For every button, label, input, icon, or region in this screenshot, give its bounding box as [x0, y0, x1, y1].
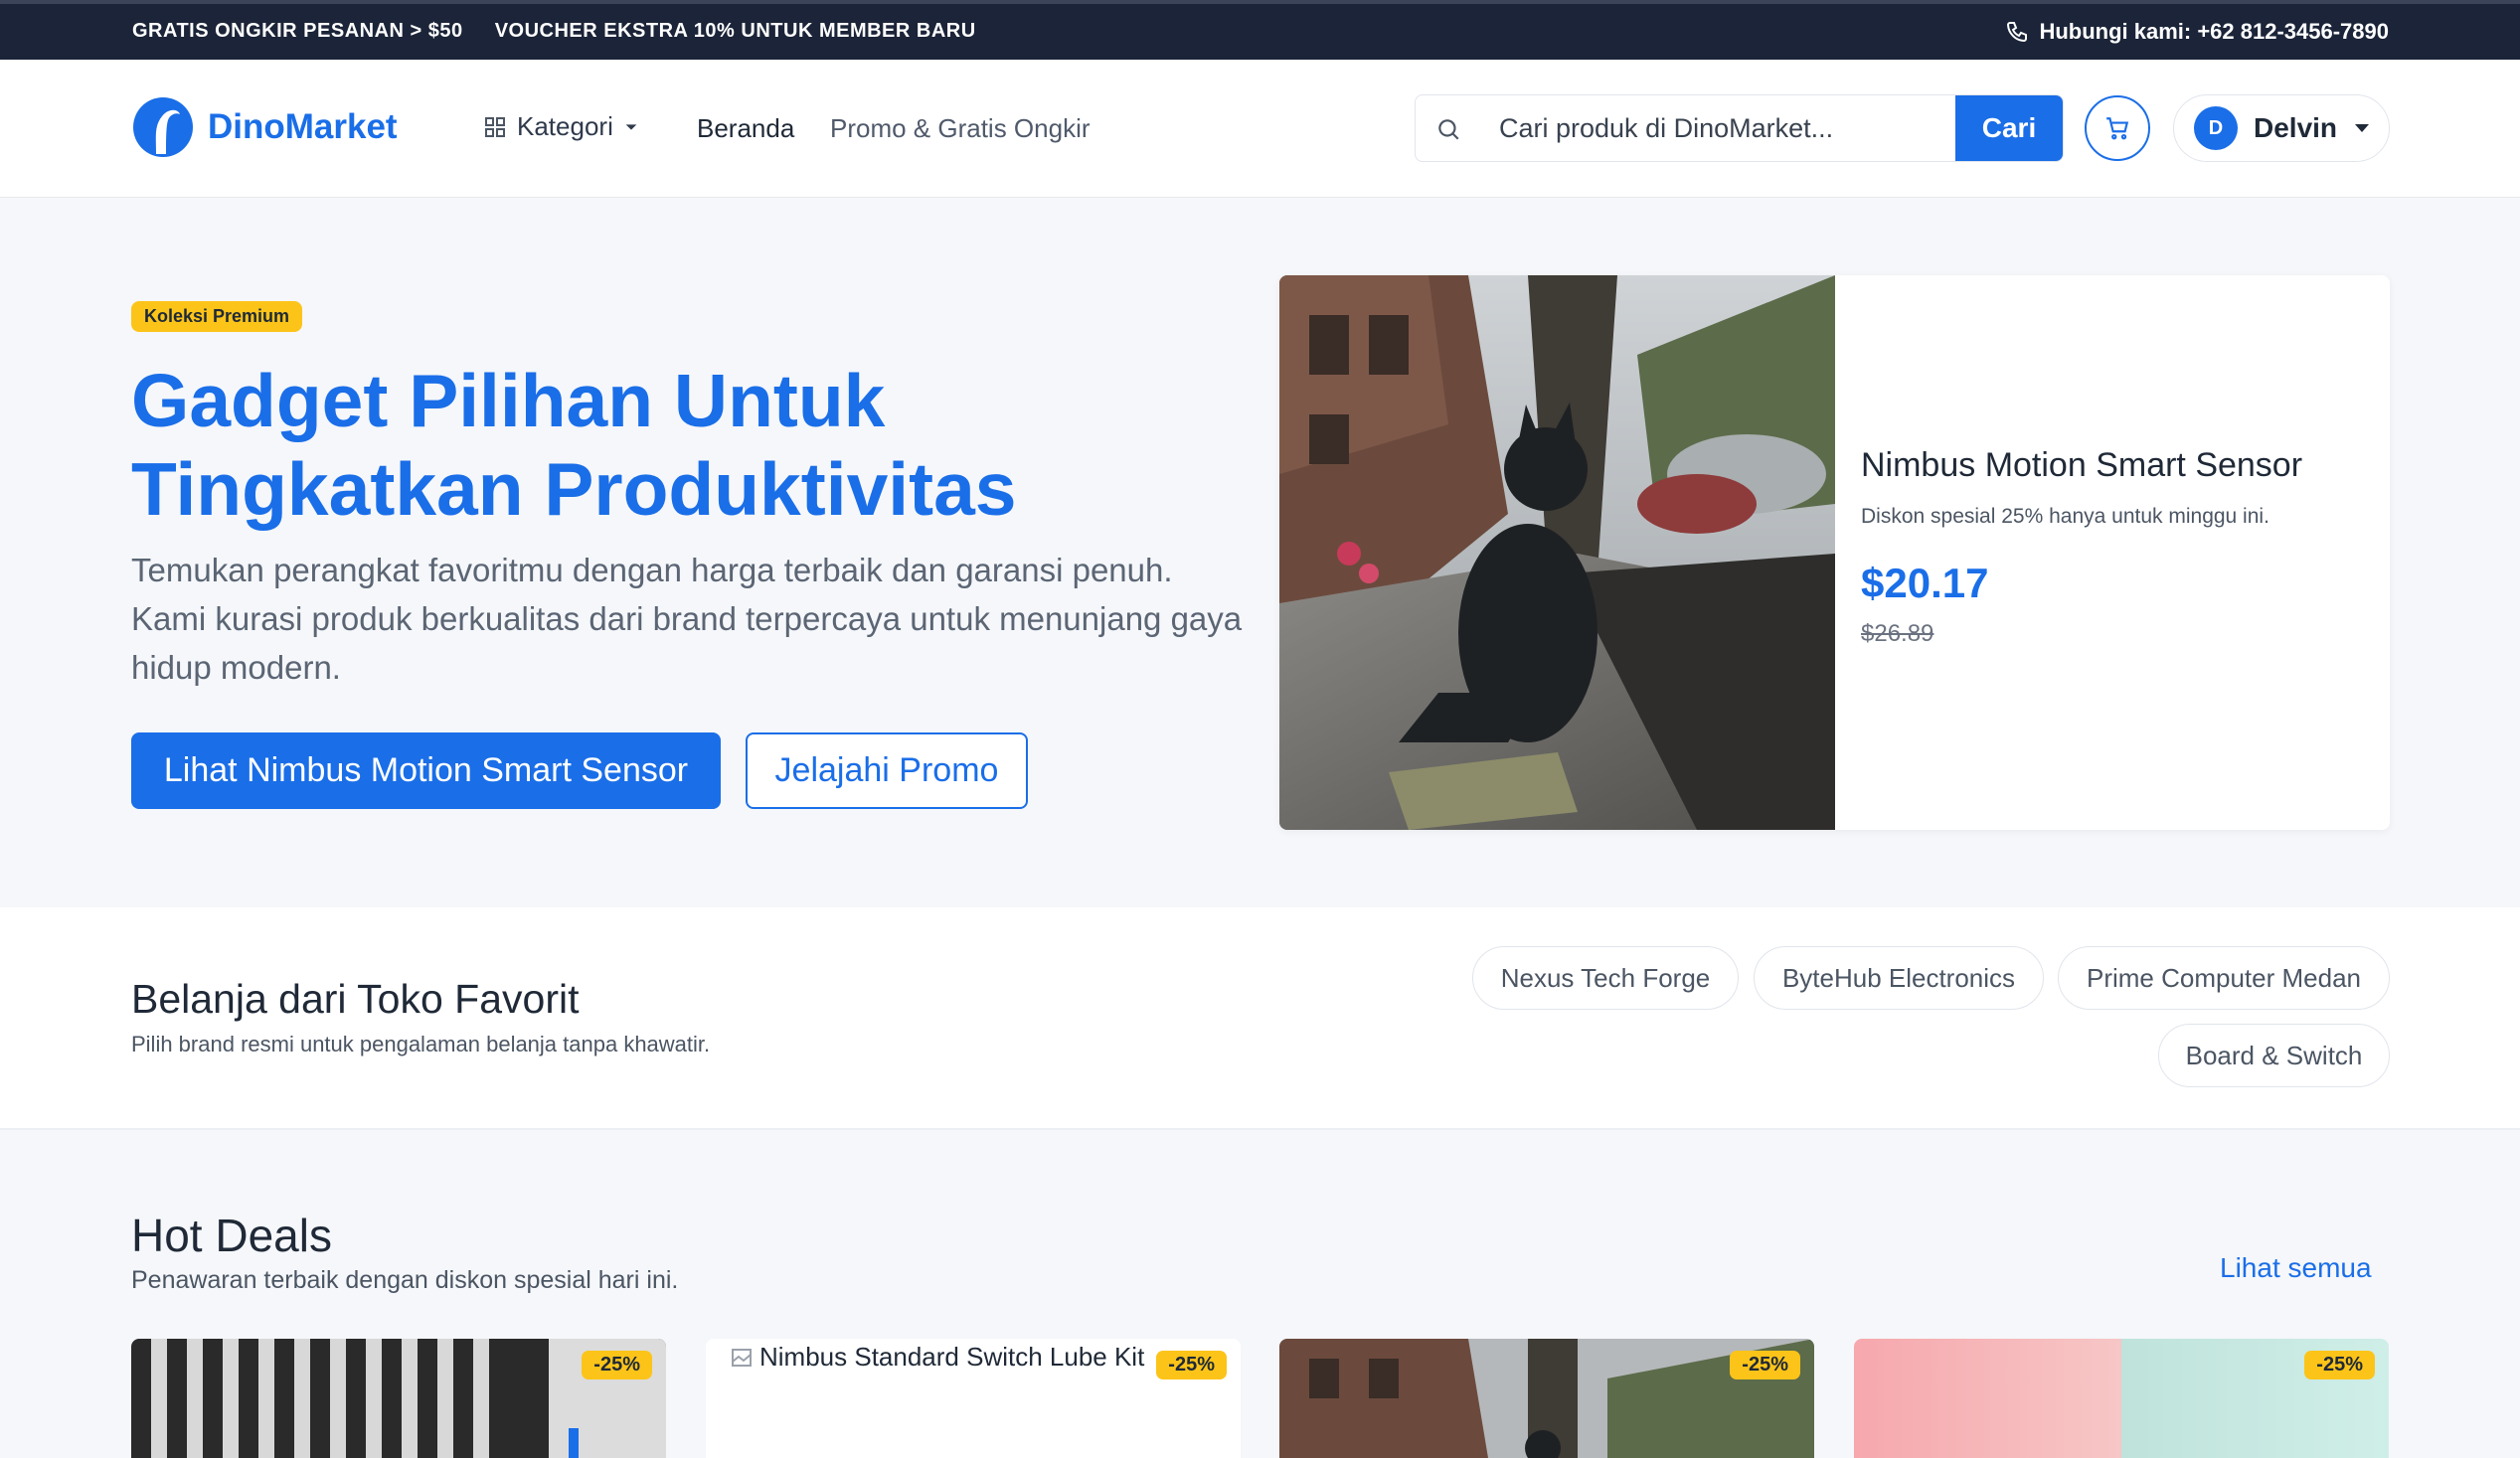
image-alt-text: Nimbus Standard Switch Lube Kit [759, 1342, 1145, 1372]
deal-card[interactable]: -25% [131, 1339, 666, 1458]
deal-card[interactable]: Nimbus Standard Switch Lube Kit -25% [706, 1339, 1241, 1458]
broken-image-icon [732, 1348, 752, 1367]
stores-subtitle: Pilih brand resmi untuk pengalaman belan… [131, 1032, 711, 1056]
store-pill-nexus[interactable]: Nexus Tech Forge [1472, 946, 1739, 1010]
hero-description: Temukan perangkat favoritmu dengan harga… [131, 552, 1243, 686]
store-pill-prime[interactable]: Prime Computer Medan [2058, 946, 2390, 1010]
contact-text: Hubungi kami: +62 812-3456-7890 [2039, 19, 2389, 44]
user-name: Delvin [2254, 112, 2338, 143]
chevron-down-icon [625, 123, 637, 130]
premium-badge: Koleksi Premium [131, 301, 303, 332]
featured-old-price: $26.89 [1861, 620, 1934, 647]
avatar: D [2194, 106, 2238, 150]
see-all-link[interactable]: Lihat semua [2220, 1252, 2372, 1284]
store-pill-board-switch[interactable]: Board & Switch [2158, 1024, 2390, 1087]
category-menu[interactable]: Kategori [483, 111, 639, 142]
stores-title: Belanja dari Toko Favorit [131, 976, 580, 1022]
contact-info[interactable]: Hubungi kami: +62 812-3456-7890 [2005, 19, 2389, 45]
explore-promo-button[interactable]: Jelajahi Promo [746, 732, 1028, 809]
deal-card[interactable]: -25% [1854, 1339, 2389, 1458]
deals-subtitle: Penawaran terbaik dengan diskon spesial … [131, 1266, 679, 1294]
search-icon [1438, 119, 1459, 140]
search-button[interactable]: Cari [1955, 95, 2063, 161]
grid-icon [485, 116, 505, 137]
promo-messages: GRATIS ONGKIR PESANAN > $50 VOUCHER EKST… [132, 20, 1002, 43]
hero-section: Koleksi Premium Gadget Pilihan Untuk Tin… [0, 198, 2520, 907]
hero-title: Gadget Pilihan Untuk Tingkatkan Produkti… [131, 359, 1017, 531]
nav-home[interactable]: Beranda [697, 113, 794, 144]
promo-voucher: VOUCHER EKSTRA 10% UNTUK MEMBER BARU [494, 20, 976, 42]
user-menu[interactable]: D Delvin [2173, 94, 2390, 162]
brand-name: DinoMarket [208, 107, 398, 146]
view-product-button[interactable]: Lihat Nimbus Motion Smart Sensor [131, 732, 721, 809]
featured-product-name: Nimbus Motion Smart Sensor [1861, 446, 2303, 484]
brand-logo[interactable]: DinoMarket [132, 96, 398, 158]
site-header: DinoMarket Kategori Beranda Promo & Grat… [0, 60, 2520, 198]
featured-price: $20.17 [1861, 560, 1989, 606]
nav-promo[interactable]: Promo & Gratis Ongkir [830, 113, 1091, 144]
discount-badge: -25% [582, 1351, 652, 1379]
dino-logo-icon [133, 97, 193, 157]
featured-product-card[interactable]: Nimbus Motion Smart Sensor Diskon spesia… [1279, 275, 2390, 830]
search-input[interactable] [1499, 95, 1917, 161]
deals-title: Hot Deals [131, 1210, 332, 1261]
cart-button[interactable] [2085, 95, 2150, 161]
featured-product-subtitle: Diskon spesial 25% hanya untuk minggu in… [1861, 505, 2269, 528]
category-label: Kategori [517, 111, 613, 141]
cart-icon [2106, 117, 2129, 140]
caret-down-icon [2355, 124, 2369, 132]
search-bar: Cari [1415, 94, 2064, 162]
discount-badge: -25% [1156, 1351, 1227, 1379]
product-image-placeholder: Nimbus Standard Switch Lube Kit [730, 1342, 1144, 1373]
discount-badge: -25% [1730, 1351, 1800, 1379]
phone-icon [2007, 22, 2028, 43]
promo-free-shipping: GRATIS ONGKIR PESANAN > $50 [132, 20, 463, 42]
top-promo-bar: GRATIS ONGKIR PESANAN > $50 VOUCHER EKST… [0, 0, 2520, 60]
discount-badge: -25% [2304, 1351, 2375, 1379]
favorite-stores-section: Belanja dari Toko Favorit Pilih brand re… [0, 907, 2520, 1130]
featured-product-image [1279, 275, 1835, 830]
deal-card[interactable]: -25% [1279, 1339, 1814, 1458]
hot-deals-section: Hot Deals Penawaran terbaik dengan disko… [0, 1130, 2520, 1458]
store-pill-bytehub[interactable]: ByteHub Electronics [1754, 946, 2044, 1010]
